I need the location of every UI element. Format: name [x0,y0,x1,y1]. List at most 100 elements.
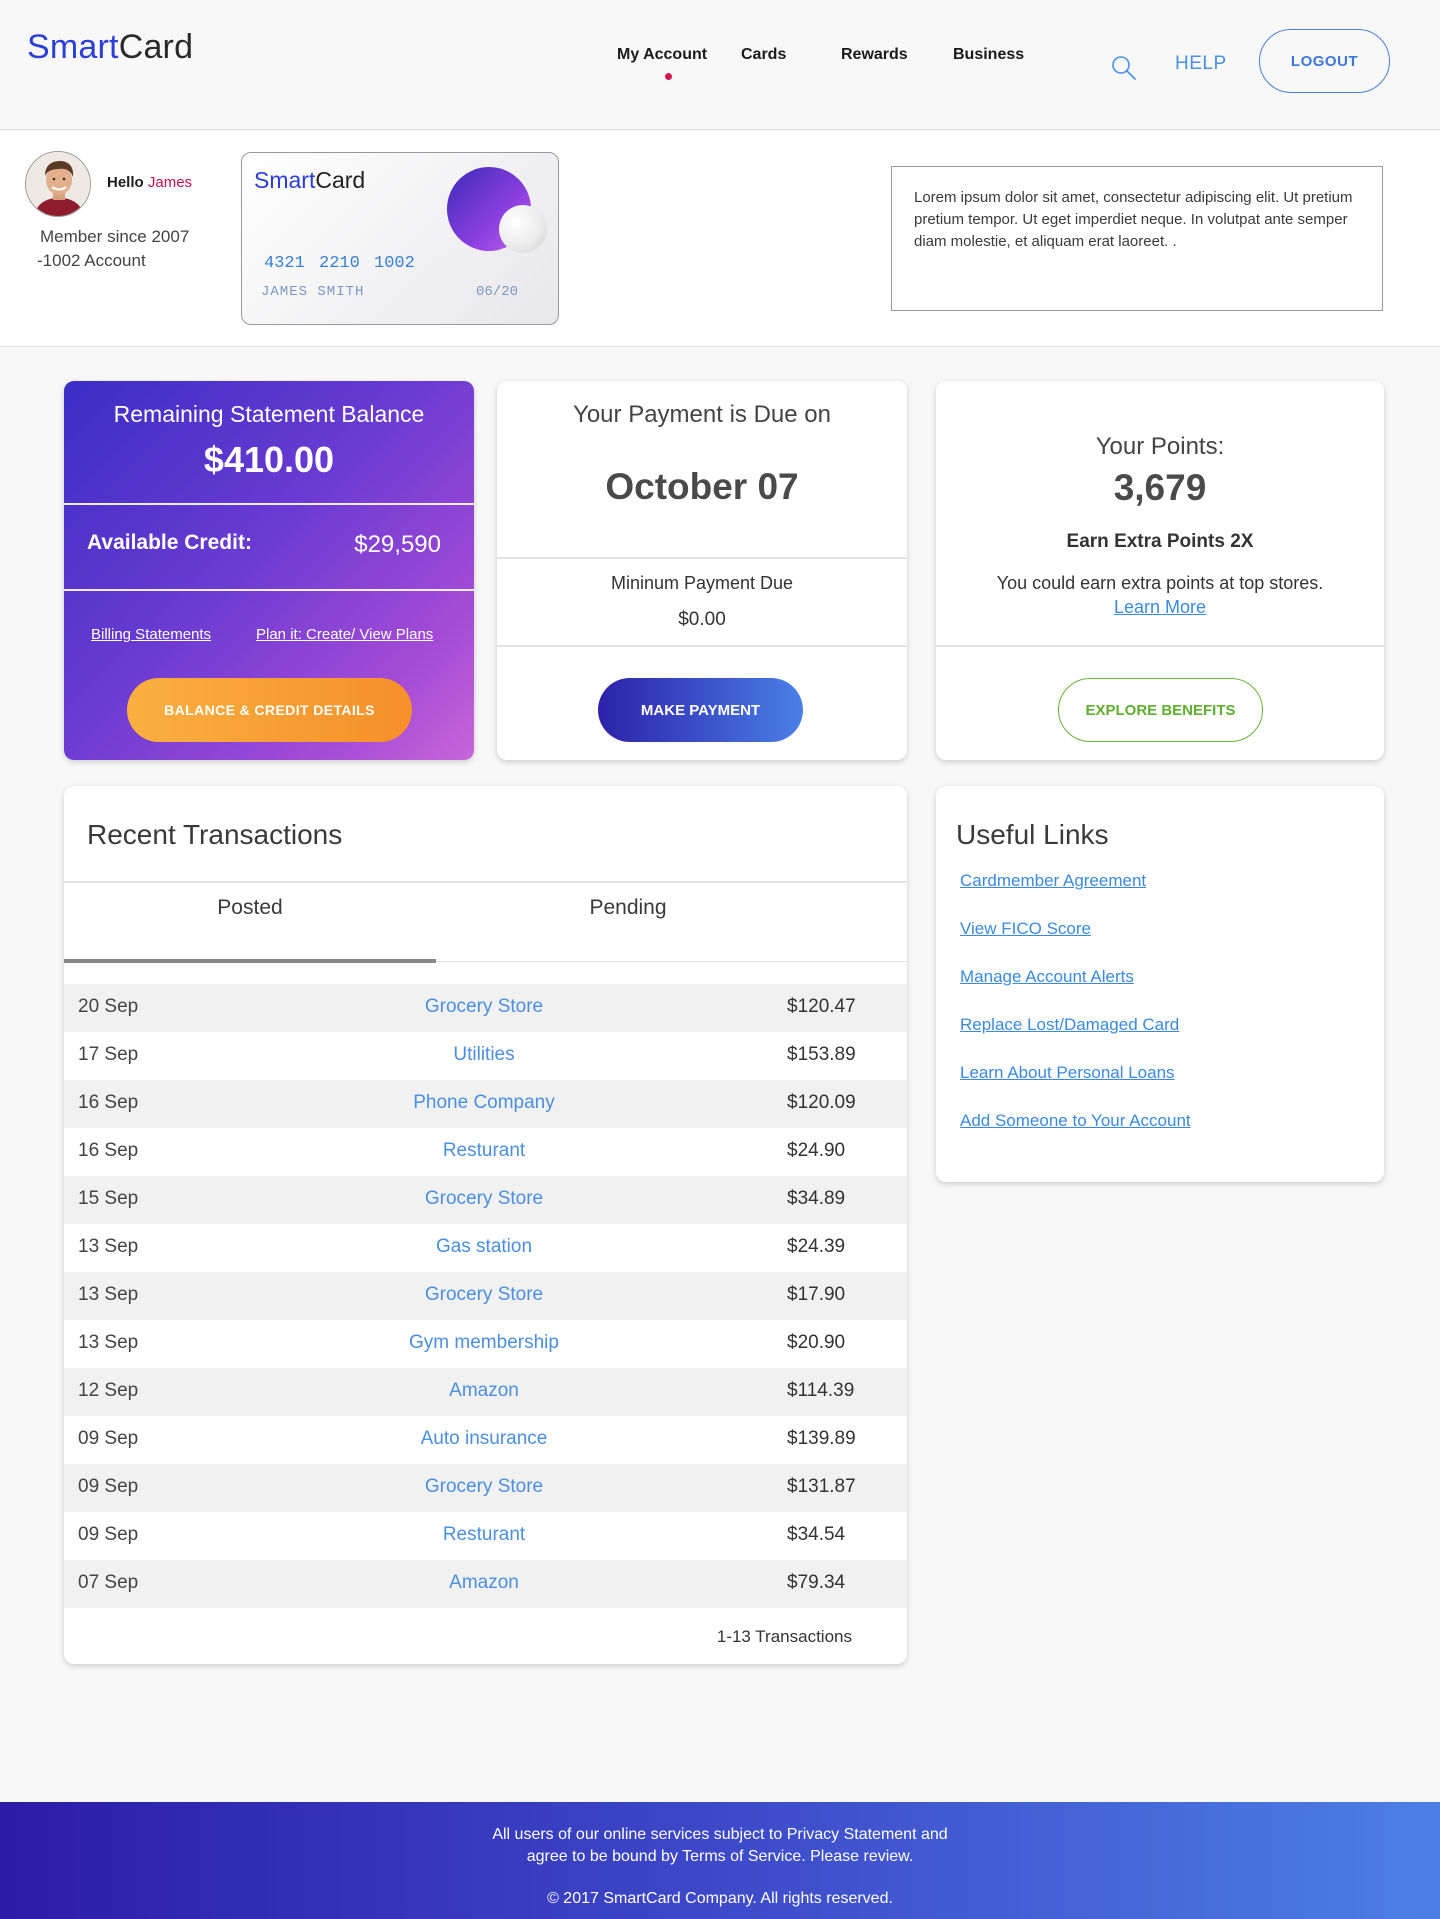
transaction-amount: $139.89 [787,1428,856,1449]
statement-balance-panel: Remaining Statement Balance $410.00 Avai… [64,381,474,760]
table-row[interactable]: 12 Sep Amazon $114.39 [64,1368,907,1416]
card-chip-circle [499,205,547,253]
transaction-date: 09 Sep [78,1476,139,1497]
transaction-amount: $114.39 [787,1380,855,1401]
table-row[interactable]: 16 Sep Resturant $24.90 [64,1128,907,1176]
transaction-merchant[interactable]: Gas station [314,1236,654,1258]
statement-balance-amount: $410.00 [203,439,335,480]
table-row[interactable]: 13 Sep Grocery Store $17.90 [64,1272,907,1320]
transaction-merchant[interactable]: Grocery Store [314,1188,654,1210]
transaction-merchant[interactable]: Resturant [314,1524,654,1546]
statement-balance-label: Remaining Statement Balance [113,401,425,427]
help-link[interactable]: HELP [1175,53,1227,75]
balance-divider [64,503,474,505]
transaction-amount: $153.89 [787,1044,856,1065]
profile-strip: Hello James Member since 2007 -1002 Acco… [0,131,1440,347]
tab-pending[interactable]: Pending [442,896,814,920]
learn-more-link[interactable]: Learn More [1114,597,1206,617]
logo-part-card: Card [118,28,194,66]
transaction-merchant[interactable]: Phone Company [314,1092,654,1114]
transactions-count: 1-13 Transactions [716,1627,852,1646]
transaction-merchant[interactable]: Auto insurance [314,1428,654,1450]
card-logo-smart: Smart [254,167,316,193]
card-logo: SmartCard [254,167,365,194]
avatar-portrait-icon [26,152,90,216]
payment-divider-2 [497,645,907,647]
transaction-date: 09 Sep [78,1428,139,1449]
table-row[interactable]: 09 Sep Auto insurance $139.89 [64,1416,907,1464]
table-row[interactable]: 09 Sep Grocery Store $131.87 [64,1464,907,1512]
greeting: Hello James [107,174,192,191]
avatar[interactable] [25,151,91,217]
transactions-title-divider [64,881,907,883]
table-row[interactable]: 07 Sep Amazon $79.34 [64,1560,907,1608]
transaction-merchant[interactable]: Utilities [314,1044,654,1066]
transactions-table: 20 Sep Grocery Store $120.47 17 Sep Util… [64,984,907,1608]
transaction-amount: $20.90 [787,1332,846,1353]
logout-button[interactable]: LOGOUT [1259,29,1390,93]
nav-active-indicator [665,73,672,80]
top-header: SmartCard My Account Cards Rewards Busin… [0,0,1440,130]
table-row[interactable]: 17 Sep Utilities $153.89 [64,1032,907,1080]
transaction-amount: $34.89 [787,1188,846,1209]
available-credit-label: Available Credit: [87,531,252,554]
balance-credit-details-button[interactable]: BALANCE & CREDIT DETAILS [127,678,412,742]
points-label: Your Points: [1095,433,1225,460]
smartcard-logo[interactable]: SmartCard [27,28,193,67]
nav-business[interactable]: Business [953,46,1024,64]
transaction-amount: $34.54 [787,1524,846,1545]
earn-extra-points-text: You could earn extra points at top store… [996,571,1324,619]
minimum-payment-label: Mininum Payment Due [610,573,794,593]
link-view-fico-score[interactable]: View FICO Score [960,919,1191,967]
table-row[interactable]: 16 Sep Phone Company $120.09 [64,1080,907,1128]
table-row[interactable]: 20 Sep Grocery Store $120.47 [64,984,907,1032]
transaction-amount: $79.34 [787,1572,846,1593]
nav-my-account[interactable]: My Account [617,46,707,64]
transaction-amount: $120.47 [787,996,856,1017]
transaction-merchant[interactable]: Amazon [314,1380,654,1402]
search-icon[interactable] [1110,54,1138,82]
table-row[interactable]: 09 Sep Resturant $34.54 [64,1512,907,1560]
link-manage-account-alerts[interactable]: Manage Account Alerts [960,967,1191,1015]
recent-transactions-panel: Recent Transactions Posted Pending 20 Se… [64,786,907,1664]
credit-divider [64,589,474,591]
nav-rewards[interactable]: Rewards [841,46,908,64]
billing-statements-link[interactable]: Billing Statements [91,626,211,643]
transaction-merchant[interactable]: Resturant [314,1140,654,1162]
logo-part-smart: Smart [27,28,119,66]
link-personal-loans[interactable]: Learn About Personal Loans [960,1063,1191,1111]
tab-posted[interactable]: Posted [64,896,436,920]
plan-it-link[interactable]: Plan it: Create/ View Plans [256,626,433,643]
available-credit-value: $29,590 [354,531,441,558]
recent-transactions-title: Recent Transactions [87,819,343,850]
credit-card-preview[interactable]: SmartCard 4321 2210 1002 JAMES SMITH 06/… [241,152,559,325]
transaction-date: 09 Sep [78,1524,139,1545]
table-row[interactable]: 13 Sep Gym membership $20.90 [64,1320,907,1368]
make-payment-button[interactable]: MAKE PAYMENT [598,678,803,742]
link-cardmember-agreement[interactable]: Cardmember Agreement [960,871,1191,919]
transaction-merchant[interactable]: Grocery Store [314,1476,654,1498]
transaction-date: 17 Sep [78,1044,139,1065]
transaction-merchant[interactable]: Gym membership [314,1332,654,1354]
table-row[interactable]: 13 Sep Gas station $24.39 [64,1224,907,1272]
link-add-someone[interactable]: Add Someone to Your Account [960,1111,1191,1159]
card-expiry: 06/20 [476,284,519,300]
greeting-text: Hello [107,174,144,191]
transaction-amount: $24.90 [787,1140,846,1161]
earn-extra-points-body: You could earn extra points at top store… [996,573,1324,593]
transaction-date: 07 Sep [78,1572,139,1593]
footer-privacy-line: All users of our online services subject… [492,1826,948,1843]
transaction-merchant[interactable]: Amazon [314,1572,654,1594]
transaction-amount: $24.39 [787,1236,846,1257]
transaction-date: 20 Sep [78,996,139,1017]
explore-benefits-button[interactable]: EXPLORE BENEFITS [1058,678,1263,742]
transaction-merchant[interactable]: Grocery Store [314,1284,654,1306]
table-row[interactable]: 15 Sep Grocery Store $34.89 [64,1176,907,1224]
payment-due-date: October 07 [605,466,799,507]
nav-cards[interactable]: Cards [741,46,786,64]
card-holder: JAMES SMITH [261,284,365,300]
transaction-merchant[interactable]: Grocery Store [314,996,654,1018]
link-replace-lost-card[interactable]: Replace Lost/Damaged Card [960,1015,1191,1063]
transaction-amount: $17.90 [787,1284,846,1305]
transaction-date: 12 Sep [78,1380,139,1401]
